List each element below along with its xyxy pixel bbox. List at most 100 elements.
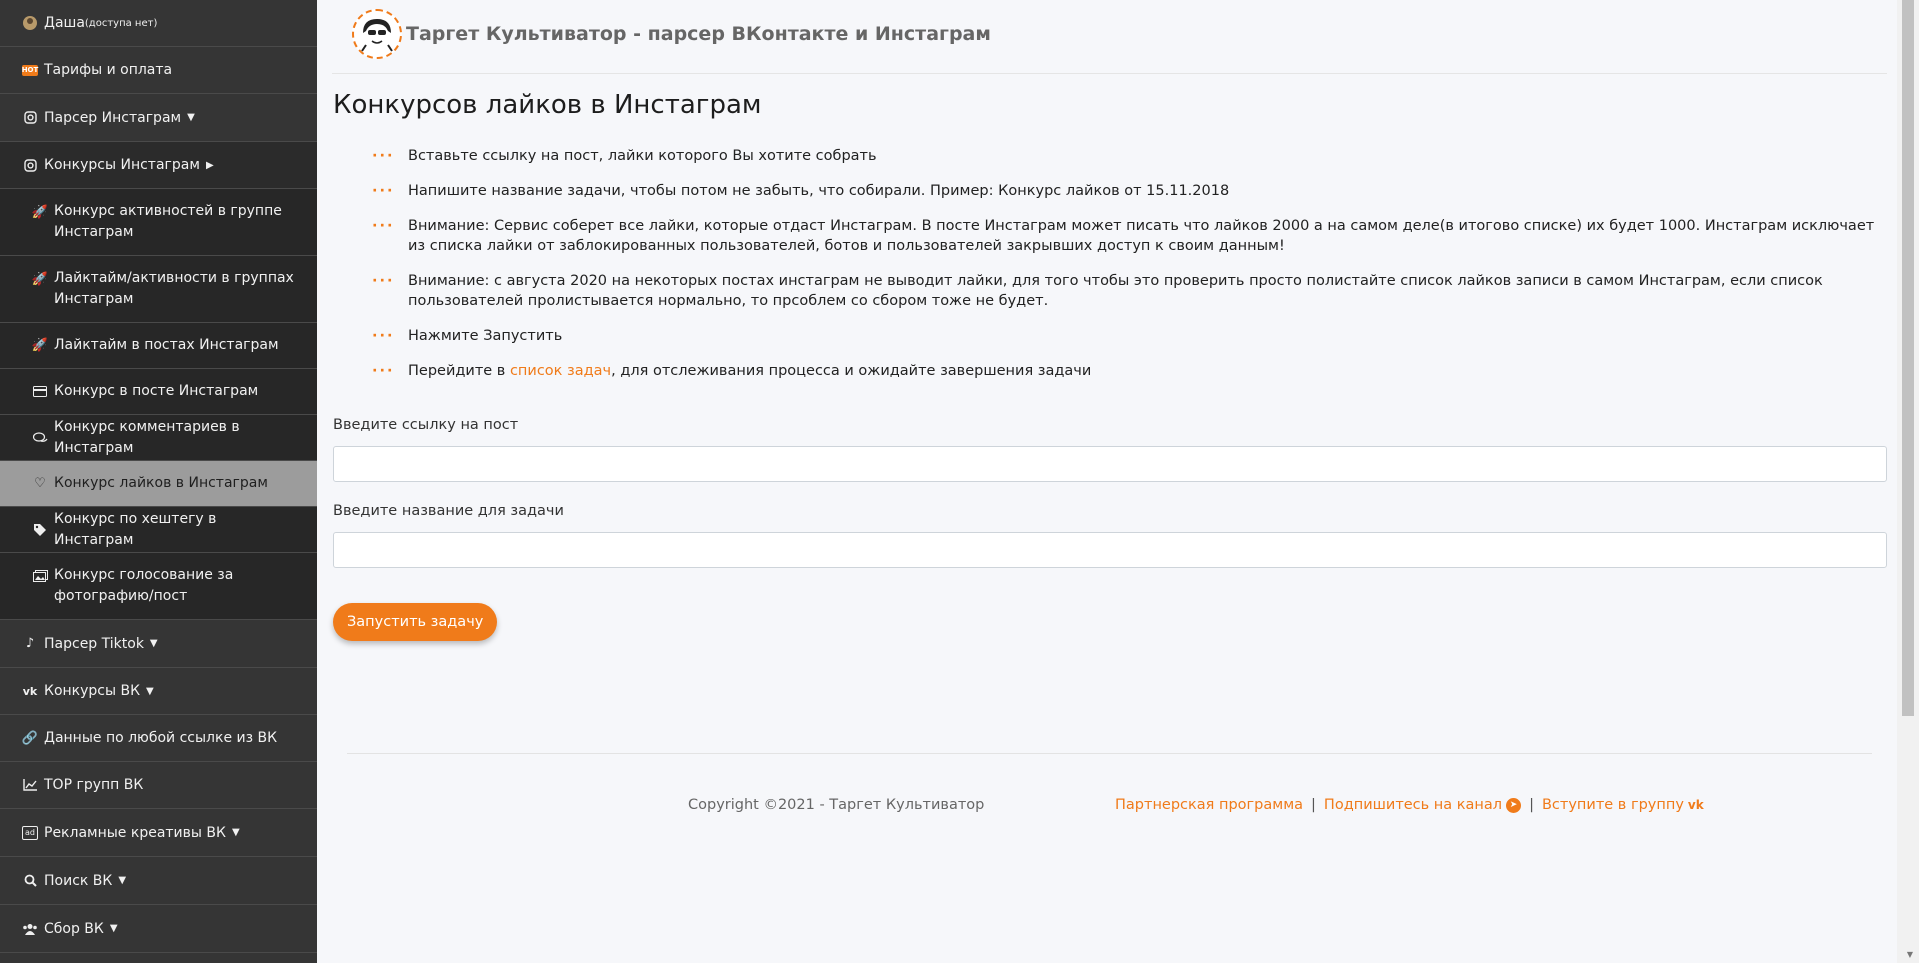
- sidebar-item-label: Сбор ВК: [44, 920, 104, 937]
- sidebar-item-tiktok[interactable]: ♪ Парсер Tiktok ▼: [0, 620, 317, 668]
- main-content: Таргет Культиватор - парсер ВКонтакте и …: [317, 0, 1897, 963]
- submenu-item-group-activity[interactable]: 🚀 Конкурс активностей в группе Инстаграм: [0, 189, 317, 256]
- sidebar: Даша (доступа нет) HOT Тарифы и оплата Па…: [0, 0, 317, 963]
- instruction-text: Вставьте ссылку на пост, лайки которого …: [408, 148, 877, 164]
- scrollbar[interactable]: ▼: [1897, 0, 1919, 963]
- caret-down-icon: ▼: [149, 638, 158, 649]
- caret-right-icon: ▶: [205, 159, 214, 171]
- users-icon: [22, 921, 38, 937]
- heart-icon: ♡: [34, 476, 46, 491]
- sidebar-item-label: Конкурсы Инстаграм: [44, 157, 200, 173]
- sidebar-item-vk-search[interactable]: Поиск ВК ▼: [0, 857, 317, 905]
- copyright: Copyright ©2021 - Таргет Культиватор: [688, 797, 985, 813]
- caret-down-icon: ▼: [231, 827, 240, 838]
- submenu-item-label: Конкурс комментариев в Инстаграм: [54, 418, 240, 456]
- separator: |: [1529, 797, 1534, 813]
- instruction-item: ··· Внимание: Сервис соберет все лайки, к…: [372, 216, 1892, 256]
- submenu-item-post-contest[interactable]: Конкурс в посте Инстаграм: [0, 369, 317, 415]
- caret-down-icon: ▼: [187, 112, 195, 123]
- submenu-item-liketime-groups[interactable]: 🚀 Лайктайм/активности в группах Инстагра…: [0, 256, 317, 323]
- submenu-item-liketime-posts[interactable]: 🚀 Лайктайм в постах Инстаграм: [0, 323, 317, 369]
- card-icon: [32, 384, 48, 400]
- telegram-icon: ➤: [1506, 797, 1522, 813]
- instruction-text: Нажмите Запустить: [408, 328, 563, 344]
- partner-program-link[interactable]: Партнерская программа: [1115, 797, 1303, 813]
- task-list-link[interactable]: список задач: [510, 363, 611, 379]
- sidebar-item-vk-collect[interactable]: Сбор ВК ▼: [0, 905, 317, 953]
- instagram-icon: [22, 110, 38, 126]
- submenu-item-likes-contest[interactable]: ♡ Конкурс лайков в Инстаграм: [0, 461, 317, 507]
- logo-mascot-icon: [360, 17, 394, 52]
- sidebar-item-label: Парсер Tiktok: [44, 635, 144, 652]
- vk-icon: vk: [22, 684, 38, 698]
- dots-icon: ···: [372, 148, 395, 164]
- sidebar-item-vk-link-data[interactable]: 🔗 Данные по любой ссылке из ВК: [0, 715, 317, 762]
- sidebar-item-vk-ad-creatives[interactable]: ad Рекламные креативы ВК ▼: [0, 809, 317, 857]
- footer-divider: [347, 753, 1872, 754]
- task-name-label: Введите название для задачи: [333, 503, 564, 519]
- submenu-item-hashtag-contest[interactable]: Конкурс по хештегу в Инстаграм: [0, 507, 317, 553]
- dots-icon: ···: [372, 363, 395, 379]
- brand-title[interactable]: Таргет Культиватор - парсер ВКонтакте и …: [406, 23, 991, 45]
- start-task-button[interactable]: Запустить задачу: [333, 603, 498, 641]
- search-icon: [22, 873, 38, 889]
- instruction-text: Напишите название задачи, чтобы потом не…: [408, 183, 1230, 199]
- vk-icon: vk: [1687, 798, 1704, 812]
- caret-down-icon: ▼: [118, 875, 127, 886]
- user-status: (доступа нет): [84, 17, 158, 29]
- logo[interactable]: [352, 9, 402, 59]
- sidebar-item-parser-instagram[interactable]: Парсер Инстаграм ▼: [0, 94, 317, 142]
- sidebar-user[interactable]: Даша (доступа нет): [0, 0, 317, 47]
- sidebar-item-label: TOP групп ВК: [44, 777, 144, 793]
- sidebar-item-vk-top-groups[interactable]: TOP групп ВК: [0, 762, 317, 809]
- submenu-item-label: Лайктайм в постах Инстаграм: [54, 337, 279, 353]
- submenu-item-label: Лайктайм/активности в группах Инстаграм: [54, 270, 294, 307]
- separator: |: [1311, 797, 1316, 813]
- instruction-text: Перейдите в список задач, для отслеживан…: [408, 361, 1091, 381]
- sidebar-item-contests-instagram[interactable]: Конкурсы Инстаграм ▶: [0, 142, 317, 189]
- scroll-down-arrow-icon[interactable]: ▼: [1907, 950, 1913, 959]
- instruction-item: ··· Напишите название задачи, чтобы потом…: [372, 181, 1892, 201]
- sidebar-item-vk-contests[interactable]: vk Конкурсы ВК ▼: [0, 668, 317, 715]
- link-icon: 🔗: [21, 730, 39, 746]
- task-name-input[interactable]: [333, 532, 1887, 568]
- rocket-icon: 🚀: [31, 271, 49, 287]
- header: Таргет Культиватор - парсер ВКонтакте и …: [352, 6, 991, 62]
- instructions-list: ··· Вставьте ссылку на пост, лайки которо…: [372, 146, 1892, 396]
- sidebar-item-label: Рекламные креативы ВК: [44, 824, 226, 841]
- instruction-item: ··· Вставьте ссылку на пост, лайки которо…: [372, 146, 1892, 166]
- instagram-icon: [22, 157, 38, 173]
- caret-down-icon: ▼: [146, 685, 154, 697]
- rocket-icon: 🚀: [31, 338, 49, 353]
- instruction-text-before: Перейдите в: [408, 363, 510, 379]
- scrollbar-thumb[interactable]: [1902, 0, 1914, 716]
- chart-icon: [22, 777, 38, 793]
- submenu-item-comments-contest[interactable]: Конкурс комментариев в Инстаграм: [0, 415, 317, 461]
- sidebar-item-tariffs[interactable]: HOT Тарифы и оплата: [0, 47, 317, 94]
- sidebar-item-label: Тарифы и оплата: [44, 62, 173, 78]
- instruction-item: ··· Перейдите в список задач, для отслежи…: [372, 361, 1892, 381]
- submenu-item-label: Конкурс активностей в группе Инстаграм: [54, 203, 282, 240]
- sidebar-item-label: Конкурсы ВК: [44, 683, 141, 699]
- tag-icon: [32, 522, 48, 538]
- instruction-text: Внимание: Сервис соберет все лайки, кото…: [408, 218, 1875, 254]
- subscribe-channel-label: Подпишитесь на канал: [1323, 797, 1503, 813]
- sidebar-item-label: Парсер Инстаграм: [44, 109, 182, 126]
- page-title: Конкурсов лайков в Инстаграм: [333, 90, 762, 120]
- post-link-input[interactable]: [333, 446, 1887, 482]
- instruction-item: ··· Внимание: с августа 2020 на некоторых…: [372, 271, 1892, 311]
- submenu-item-label: Конкурс голосование за фотографию/пост: [54, 567, 234, 604]
- join-group-label: Вступите в группу: [1541, 797, 1684, 813]
- tiktok-icon: ♪: [25, 636, 35, 651]
- join-group-link[interactable]: Вступите в группу vk: [1542, 797, 1704, 813]
- sidebar-item-label: Поиск ВК: [44, 872, 113, 889]
- subscribe-channel-link[interactable]: Подпишитесь на канал ➤: [1323, 797, 1522, 813]
- hot-icon: HOT: [21, 64, 39, 76]
- submenu-item-photo-vote[interactable]: Конкурс голосование за фотографию/пост: [0, 553, 317, 620]
- rocket-icon: 🚀: [31, 204, 49, 220]
- sidebar-item-label: Данные по любой ссылке из ВК: [44, 730, 278, 746]
- submenu-item-label: Конкурс по хештегу в Инстаграм: [54, 510, 217, 548]
- instruction-text-after: , для отслеживания процесса и ожидайте з…: [611, 363, 1092, 379]
- post-link-label: Введите ссылку на пост: [333, 417, 519, 433]
- dots-icon: ···: [372, 183, 395, 199]
